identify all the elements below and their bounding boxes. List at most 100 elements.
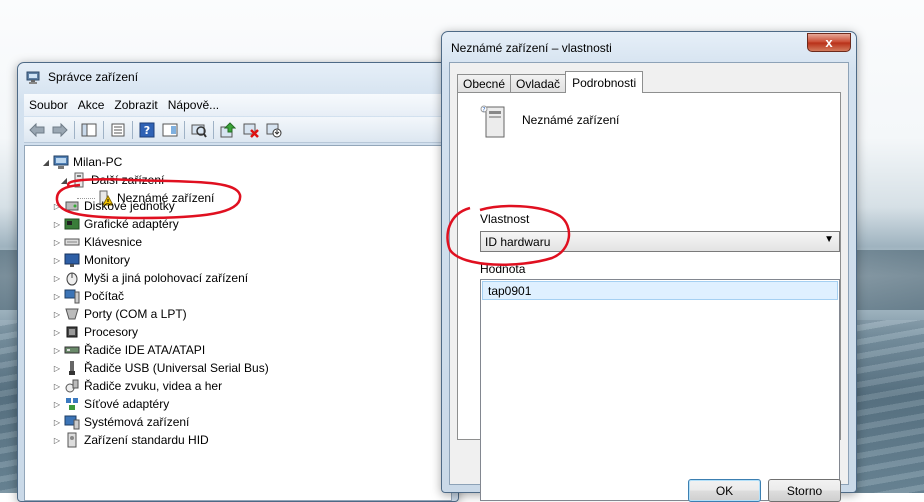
uninstall-icon[interactable] (241, 120, 261, 140)
property-label: Vlastnost (480, 212, 530, 226)
unknown-device-icon: ? (480, 105, 512, 142)
value-label: Hodnota (480, 262, 526, 276)
device-tree-items: ▷ Diskové jednotky ▷ Grafické adaptéry ▷ Kláv… (24, 144, 444, 464)
back-arrow-icon[interactable] (27, 120, 47, 140)
expand-triangle-icon[interactable]: ▷ (52, 382, 62, 391)
system-device-icon (64, 414, 80, 430)
expand-triangle-icon[interactable]: ▷ (52, 274, 62, 283)
tree-item[interactable]: ▷ Monitory (52, 251, 130, 269)
value-listbox[interactable]: tap0901 (480, 279, 840, 501)
hid-device-icon (64, 432, 80, 448)
tree-item-label: Řadiče zvuku, videa a her (84, 379, 223, 393)
list-item-text: tap0901 (488, 283, 532, 298)
property-dropdown[interactable]: ID hardwaru ▼ (480, 231, 840, 252)
display-adapter-icon (64, 216, 80, 232)
update-driver-icon[interactable] (218, 120, 238, 140)
menu-view[interactable]: Zobrazit (109, 98, 162, 112)
expand-triangle-icon[interactable]: ▷ (52, 238, 62, 247)
network-adapter-icon (64, 396, 80, 412)
tree-item[interactable]: ▷ Systémová zařízení (52, 413, 189, 431)
menu-file[interactable]: Soubor (24, 98, 73, 112)
expand-triangle-icon[interactable]: ▷ (52, 310, 62, 319)
menu-action[interactable]: Akce (73, 98, 110, 112)
expand-triangle-icon[interactable]: ▷ (52, 400, 62, 409)
tree-item[interactable]: ▷ Myši a jiná polohovací zařízení (52, 269, 248, 287)
disable-device-icon[interactable] (264, 120, 284, 140)
tree-item-label: Řadiče USB (Universal Serial Bus) (84, 361, 269, 375)
tree-item[interactable]: ▷ Počítač (52, 287, 124, 305)
tab-general[interactable]: Obecné (457, 74, 512, 93)
menubar: Soubor Akce Zobrazit Nápově... (24, 94, 452, 116)
device-name: Neznámé zařízení (522, 113, 620, 127)
menu-help[interactable]: Nápově... (163, 98, 224, 112)
computer-icon (64, 288, 80, 304)
properties-title: Neznámé zařízení – vlastnosti (451, 40, 612, 55)
expand-triangle-icon[interactable]: ▷ (52, 220, 62, 229)
tree-item-label: Myši a jiná polohovací zařízení (84, 271, 249, 285)
ok-button-label: OK (715, 483, 734, 498)
tree-item-label: Diskové jednotky (84, 199, 175, 213)
tab-strip: Obecné Ovladač Podrobnosti (457, 71, 644, 93)
list-item[interactable]: tap0901 (482, 281, 838, 300)
expand-triangle-icon[interactable]: ▷ (52, 256, 62, 265)
tree-item-label: Grafické adaptéry (84, 217, 179, 231)
expand-triangle-icon[interactable]: ▷ (52, 328, 62, 337)
port-icon (64, 306, 80, 322)
tree-item-label: Procesory (84, 325, 139, 339)
tree-item[interactable]: ▷ Zařízení standardu HID (52, 431, 209, 449)
tree-item[interactable]: ▷ Porty (COM a LPT) (52, 305, 187, 323)
cancel-button[interactable]: Storno (768, 479, 841, 502)
cancel-button-label: Storno (786, 483, 823, 498)
properties-titlebar[interactable]: Neznámé zařízení – vlastnosti (442, 32, 856, 63)
ok-button[interactable]: OK (688, 479, 761, 502)
toolbar-separator (184, 120, 185, 139)
tab-details[interactable]: Podrobnosti (565, 71, 644, 93)
svg-text:?: ? (144, 124, 150, 137)
property-dropdown-value: ID hardwaru (485, 234, 551, 249)
toolbar-separator (74, 120, 75, 139)
tree-item[interactable]: ▷ Procesory (52, 323, 138, 341)
tree-item[interactable]: ▷ Řadiče zvuku, videa a her (52, 377, 222, 395)
toolbar-separator (132, 120, 133, 139)
tree-item-label: Řadiče IDE ATA/ATAPI (84, 343, 206, 357)
usb-icon (64, 360, 80, 376)
tree-item[interactable]: ▷ Klávesnice (52, 233, 142, 251)
processor-icon (64, 324, 80, 340)
tree-item-label: Síťové adaptéry (84, 397, 170, 411)
tree-item[interactable]: ▷ Grafické adaptéry (52, 215, 179, 233)
expand-triangle-icon[interactable]: ▷ (52, 418, 62, 427)
tree-item[interactable]: ▷ Diskové jednotky (52, 197, 175, 215)
close-icon: x (825, 35, 833, 50)
expand-triangle-icon[interactable]: ▷ (52, 436, 62, 445)
forward-arrow-icon[interactable] (50, 120, 70, 140)
toolbar-separator (213, 120, 214, 139)
tree-item-label: Zařízení standardu HID (84, 433, 209, 447)
svg-text:?: ? (482, 107, 485, 114)
tab-driver[interactable]: Ovladač (510, 74, 567, 93)
toolbar-separator (103, 120, 104, 139)
toolbar: ? (24, 117, 452, 143)
dialog-client-area: Obecné Ovladač Podrobnosti ? Neznámé zař… (449, 62, 849, 502)
scan-hardware-icon[interactable] (189, 120, 209, 140)
expand-triangle-icon[interactable]: ▷ (52, 346, 62, 355)
tree-item-label: Systémová zařízení (84, 415, 190, 429)
properties-sheet-icon[interactable] (108, 120, 128, 140)
properties-dialog: Neznámé zařízení – vlastnosti x Obecné O… (441, 31, 857, 502)
show-hide-tree-icon[interactable] (79, 120, 99, 140)
expand-triangle-icon[interactable]: ▷ (52, 292, 62, 301)
tree-item[interactable]: ▷ Síťové adaptéry (52, 395, 169, 413)
tree-item-label: Monitory (84, 253, 131, 267)
tree-item[interactable]: ▷ Řadiče USB (Universal Serial Bus) (52, 359, 269, 377)
tree-item-label: Porty (COM a LPT) (84, 307, 187, 321)
close-button[interactable]: x (807, 33, 851, 52)
tree-item-label: Klávesnice (84, 235, 143, 249)
help-icon[interactable]: ? (137, 120, 157, 140)
mouse-icon (64, 270, 80, 286)
device-manager-titlebar[interactable]: Správce zařízení (18, 63, 458, 91)
ide-controller-icon (64, 342, 80, 358)
tree-item[interactable]: ▷ Řadiče IDE ATA/ATAPI (52, 341, 205, 359)
expand-triangle-icon[interactable]: ▷ (52, 202, 62, 211)
expand-triangle-icon[interactable]: ▷ (52, 364, 62, 373)
view-pane-icon[interactable] (160, 120, 180, 140)
disk-drive-icon (64, 198, 80, 214)
